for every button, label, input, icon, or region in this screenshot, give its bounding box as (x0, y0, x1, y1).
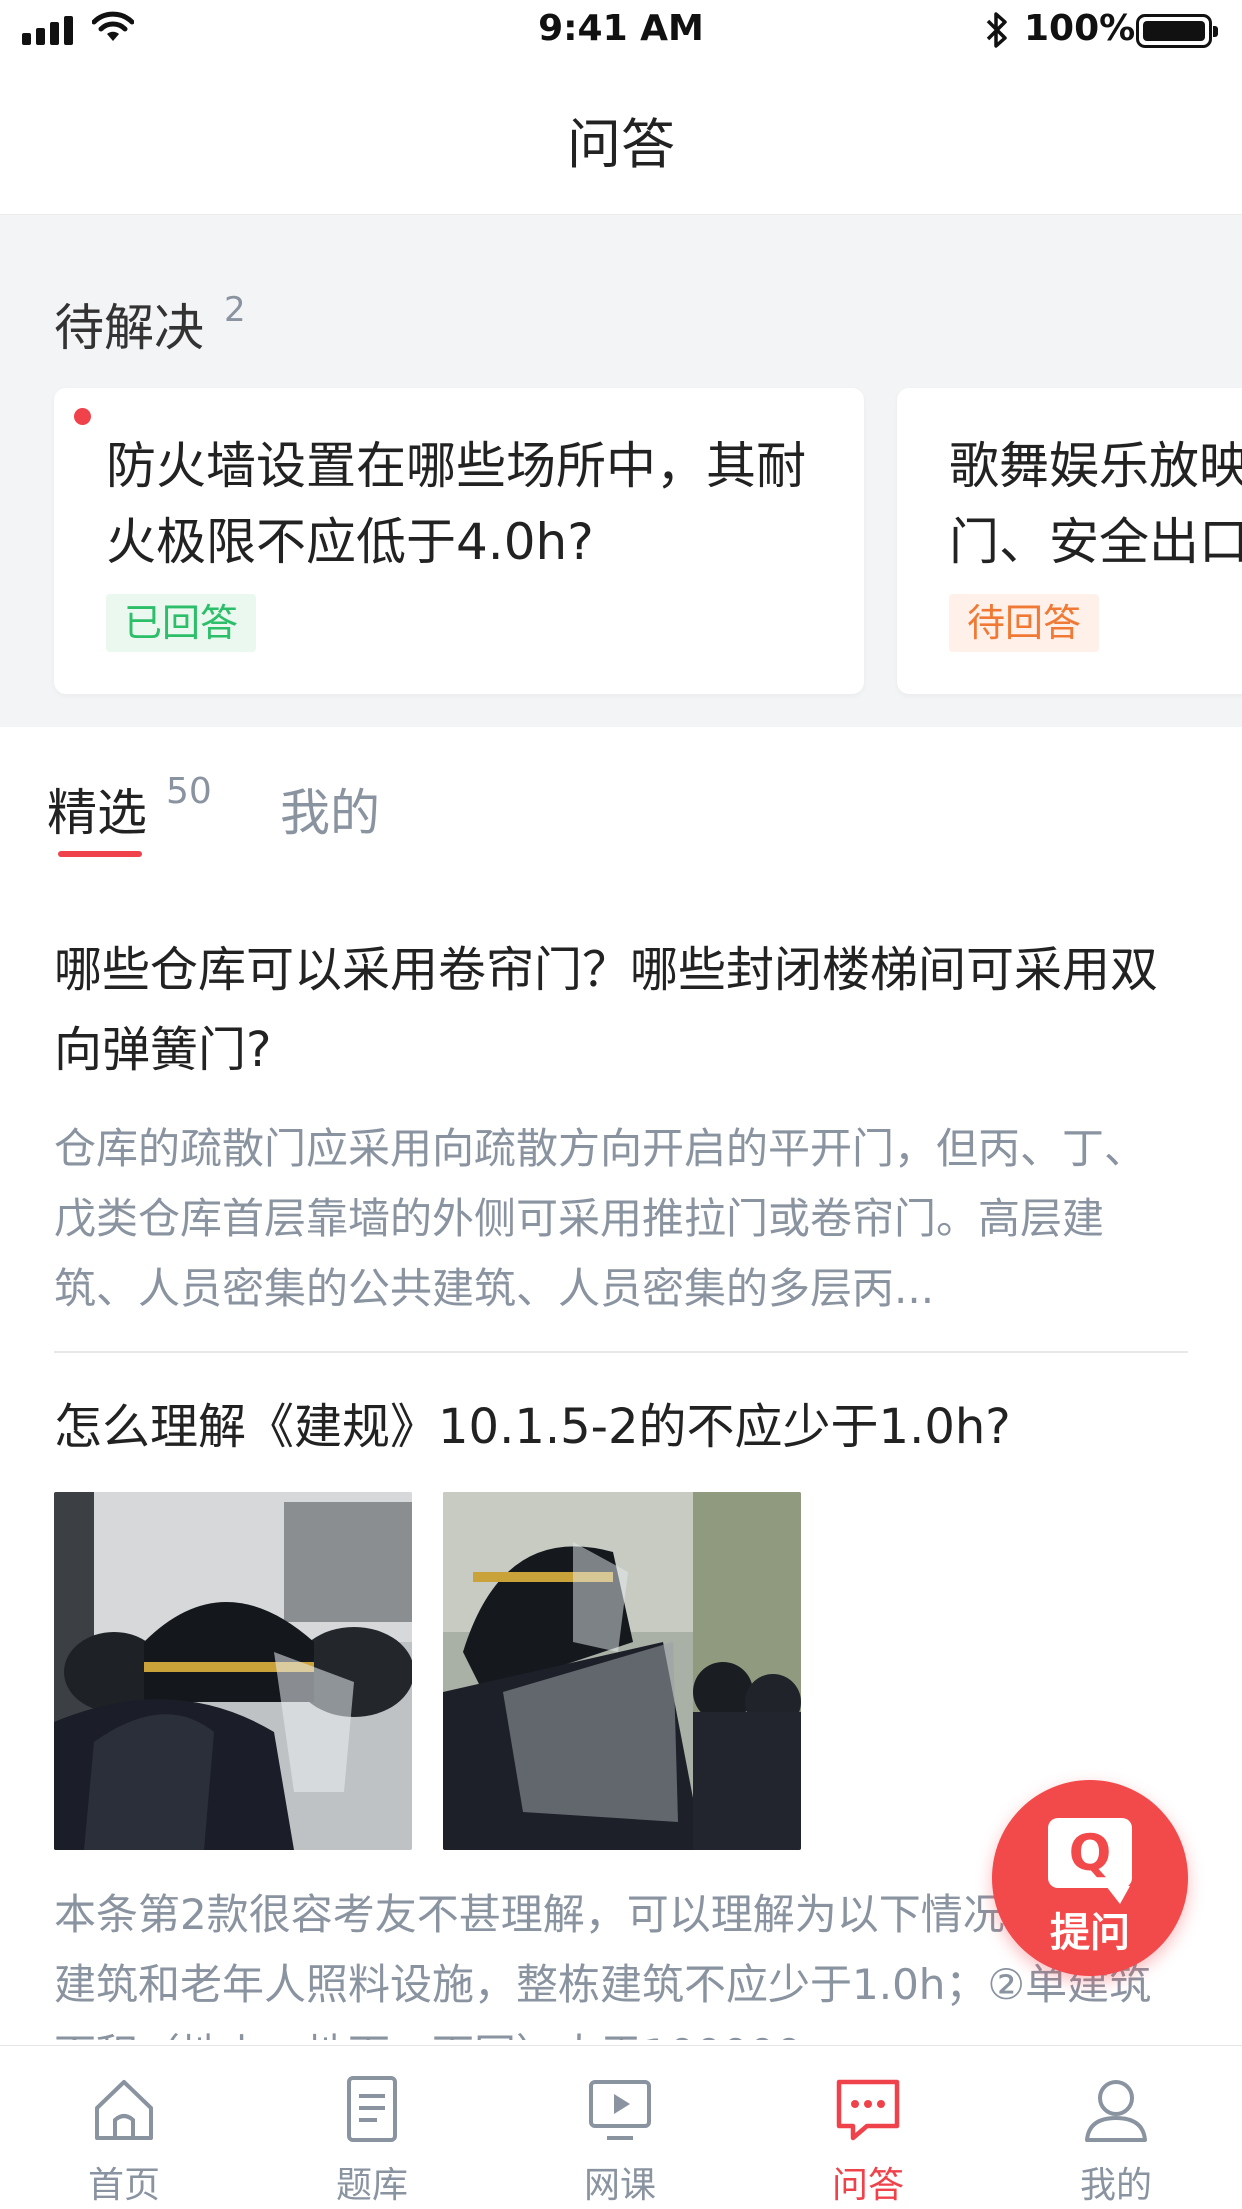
tabbar-label: 题库 (335, 2165, 408, 2206)
tabbar-label: 我的 (1079, 2165, 1152, 2206)
bluetooth-icon (986, 12, 1007, 48)
ask-question-button[interactable]: Q 提问 (992, 1780, 1188, 1976)
book-icon (347, 2076, 397, 2142)
status-bar: 9:41 AM 100% (0, 0, 1242, 62)
unread-dot (74, 408, 91, 425)
bottom-tab-bar: 首页 题库 网课 问答 我的 (0, 2045, 1242, 2209)
tabbar-item-home[interactable]: 首页 (0, 2046, 248, 2209)
video-icon (589, 2080, 651, 2140)
tabbar-label: 问答 (831, 2165, 904, 2206)
chat-icon (836, 2079, 900, 2141)
tabbar-item-profile[interactable]: 我的 (992, 2046, 1240, 2209)
status-badge-waiting: 待回答 (949, 594, 1100, 652)
battery-icon (1136, 14, 1218, 48)
pending-section: 待解决 2 防火墙设置在哪些场所中，其耐火极限不应低于4.0h? 已回答 歌舞娱… (0, 215, 1242, 727)
status-badge-answered: 已回答 (106, 594, 257, 652)
tabbar-item-question-bank[interactable]: 题库 (248, 2046, 496, 2209)
tabbar-label: 首页 (87, 2165, 160, 2206)
feed-tabs: 精选 50 我的 (0, 727, 1242, 857)
pending-question: 歌舞娱乐放映游艺场所的疏散门、安全出口 (949, 437, 1242, 571)
page-title: 问答 (567, 113, 675, 176)
tabbar-item-courses[interactable]: 网课 (496, 2046, 744, 2209)
article-image[interactable] (54, 1492, 412, 1850)
tab-mine[interactable]: 我的 (280, 773, 380, 845)
pending-heading: 待解决 (54, 299, 204, 357)
ask-button-label: 提问 (1050, 1910, 1130, 1956)
nav-bar: 问答 (0, 62, 1242, 215)
home-icon (95, 2080, 153, 2140)
divider (54, 1351, 1188, 1353)
article-excerpt: 仓库的疏散门应采用向疏散方向开启的平开门，但丙、丁、戊类仓库首层靠墙的外侧可采用… (54, 1124, 1147, 1313)
pending-card[interactable]: 防火墙设置在哪些场所中，其耐火极限不应低于4.0h? 已回答 (54, 388, 864, 694)
article-image[interactable] (443, 1492, 801, 1850)
pending-card[interactable]: 歌舞娱乐放映游艺场所的疏散门、安全出口 待回答 (897, 388, 1242, 694)
pending-count: 2 (224, 290, 246, 330)
tabbar-label: 网课 (583, 2165, 656, 2206)
tab-featured[interactable]: 精选 (47, 773, 147, 845)
user-icon (1085, 2080, 1147, 2142)
featured-count: 50 (166, 771, 212, 812)
article-title: 哪些仓库可以采用卷帘门？哪些封闭楼梯间可采用双向弹簧门? (54, 942, 1159, 1078)
tab-active-indicator (58, 851, 142, 857)
battery-percent: 100% (1024, 8, 1136, 49)
tabbar-item-qa[interactable]: 问答 (744, 2046, 992, 2209)
question-bubble-icon: Q (1048, 1818, 1132, 1904)
pending-question: 防火墙设置在哪些场所中，其耐火极限不应低于4.0h? (106, 437, 806, 571)
article-title: 怎么理解《建规》10.1.5-2的不应少于1.0h? (54, 1399, 1011, 1455)
